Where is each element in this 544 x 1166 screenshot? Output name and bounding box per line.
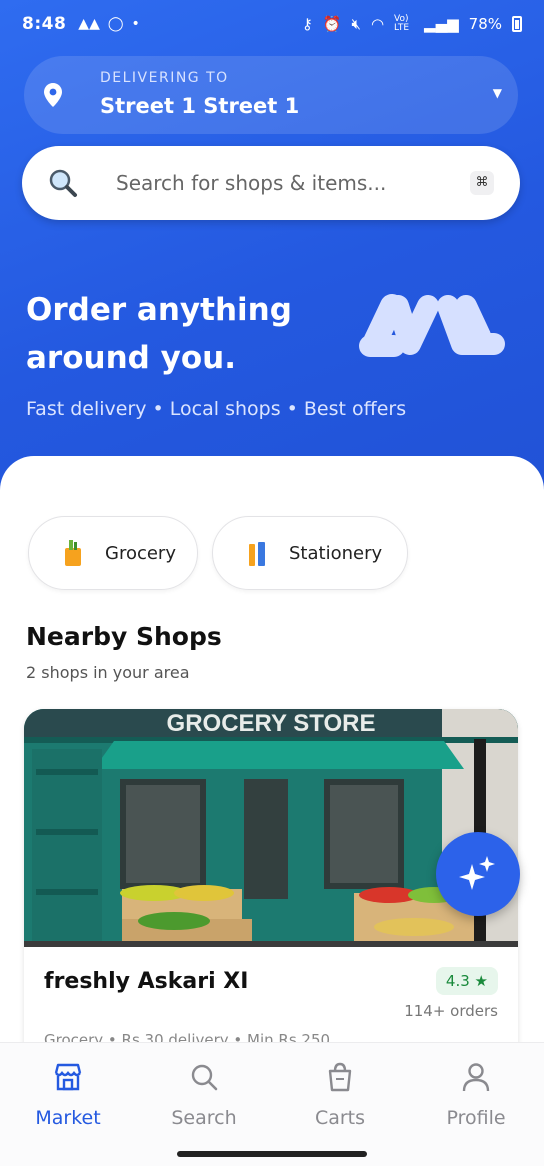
- status-bar: 8:48 ▲▲ ◯ • ⚷ ⏰ 🔇︎ ◠ Vo) LTE ▂▄▆ 78%: [0, 0, 544, 48]
- notification-icons: ▲▲ ◯ •: [78, 16, 139, 32]
- tab-label: Search: [171, 1107, 237, 1129]
- tab-profile[interactable]: Profile: [408, 1061, 544, 1129]
- hero-title-line2: around you.: [26, 340, 236, 376]
- status-right: ⚷ ⏰ 🔇︎ ◠ Vo) LTE ▂▄▆ 78%: [302, 15, 522, 33]
- shop-photo: GROCERY STORE: [24, 709, 518, 947]
- category-chip-stationery[interactable]: Stationery: [212, 516, 408, 590]
- tab-market[interactable]: Market: [0, 1061, 136, 1129]
- key-icon: ⚷: [301, 15, 313, 33]
- shopping-bag-icon: [328, 1062, 352, 1092]
- delivery-address: Street 1 Street 1: [100, 94, 300, 118]
- tab-label: Carts: [314, 1107, 366, 1129]
- brand-logo-icon: [359, 294, 505, 357]
- delivering-to-label: DELIVERING TO: [100, 70, 229, 86]
- sparkles-icon: [459, 856, 495, 890]
- rating-badge: 4.3 ★: [435, 967, 498, 995]
- tab-search[interactable]: Search: [136, 1061, 272, 1129]
- storefront-icon: [54, 1063, 82, 1091]
- command-shortcut-icon: ⌘: [470, 171, 494, 195]
- orders-count: 114+ orders: [404, 1002, 498, 1020]
- app-screen: 8:48 ▲▲ ◯ • ⚷ ⏰ 🔇︎ ◠ Vo) LTE ▂▄▆ 78% DEL…: [0, 0, 544, 1166]
- location-pin-icon: [44, 83, 62, 107]
- search-icon: [191, 1064, 218, 1091]
- chevron-down-icon: ▼: [492, 86, 502, 100]
- delivery-address-selector[interactable]: DELIVERING TO Street 1 Street 1 ▼: [24, 56, 518, 134]
- notification-icon: ▲▲: [78, 16, 100, 32]
- storefront-illustration: GROCERY STORE: [24, 709, 518, 947]
- wifi-icon: ◠: [370, 15, 385, 33]
- network-label: Vo) LTE: [394, 14, 410, 33]
- status-time: 8:48: [22, 14, 67, 34]
- search-input[interactable]: [116, 171, 456, 195]
- dot-icon: •: [131, 16, 140, 32]
- shop-name: freshly Askari XI: [44, 969, 249, 994]
- signal-icon: ▂▄▆: [424, 15, 459, 33]
- home-indicator[interactable]: [177, 1151, 367, 1157]
- store-sign: GROCERY STORE: [167, 710, 376, 737]
- section-title: Nearby Shops: [26, 622, 222, 651]
- battery-icon: [512, 16, 522, 32]
- pencils-icon: [249, 542, 265, 566]
- person-icon: [462, 1063, 490, 1092]
- tab-label: Profile: [446, 1107, 506, 1129]
- ai-assistant-button[interactable]: [436, 832, 520, 916]
- search-icon: [49, 169, 77, 197]
- hero-title-line1: Order anything: [26, 292, 292, 328]
- tab-label: Market: [35, 1107, 101, 1129]
- bottom-tab-bar: Market Search Carts Profile: [0, 1042, 544, 1166]
- hero-subtitle: Fast delivery • Local shops • Best offer…: [26, 398, 407, 420]
- search-bar[interactable]: ⌘: [22, 146, 520, 220]
- grocery-bag-icon: [65, 540, 81, 566]
- battery-percent: 78%: [468, 15, 502, 33]
- category-chip-grocery[interactable]: Grocery: [28, 516, 198, 590]
- section-subtitle: 2 shops in your area: [26, 663, 190, 682]
- category-label: Grocery: [105, 542, 176, 564]
- hero-title: Order anything around you.: [26, 286, 326, 382]
- alarm-icon: ⏰: [322, 15, 342, 33]
- category-label: Stationery: [289, 542, 383, 564]
- whatsapp-icon: ◯: [107, 16, 124, 32]
- tab-carts[interactable]: Carts: [272, 1061, 408, 1129]
- mute-icon: 🔇︎: [351, 15, 361, 33]
